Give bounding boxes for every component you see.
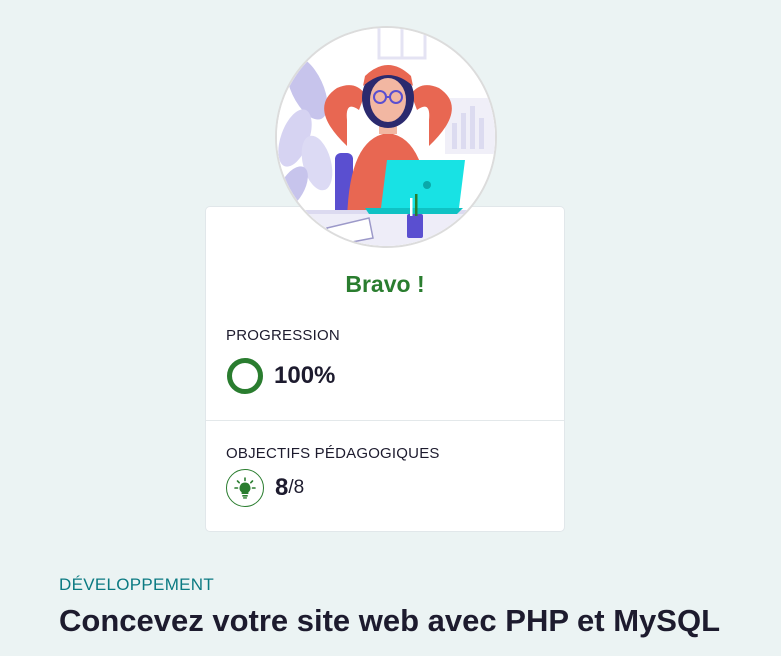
- objectives-total: /8: [288, 477, 305, 498]
- course-title[interactable]: Concevez votre site web avec PHP et MySQ…: [59, 603, 720, 639]
- congratulation-message: Bravo !: [345, 271, 425, 297]
- completion-card: Bravo ! PROGRESSION 100% OBJECTIFS PÉDAG…: [206, 207, 564, 531]
- progress-indicator: 100%: [226, 357, 335, 395]
- objectives-completed: 8: [275, 474, 289, 501]
- objectives-indicator: 8 /8: [226, 468, 304, 508]
- celebration-illustration: [275, 26, 497, 248]
- progress-ring-icon: [227, 358, 263, 394]
- progress-value: 100%: [274, 362, 336, 389]
- objectives-label: OBJECTIFS PÉDAGOGIQUES: [226, 445, 440, 462]
- progress-label: PROGRESSION: [226, 327, 340, 344]
- course-category: DÉVELOPPEMENT: [59, 575, 215, 594]
- lightbulb-icon: [226, 469, 264, 507]
- card-divider: [206, 420, 564, 421]
